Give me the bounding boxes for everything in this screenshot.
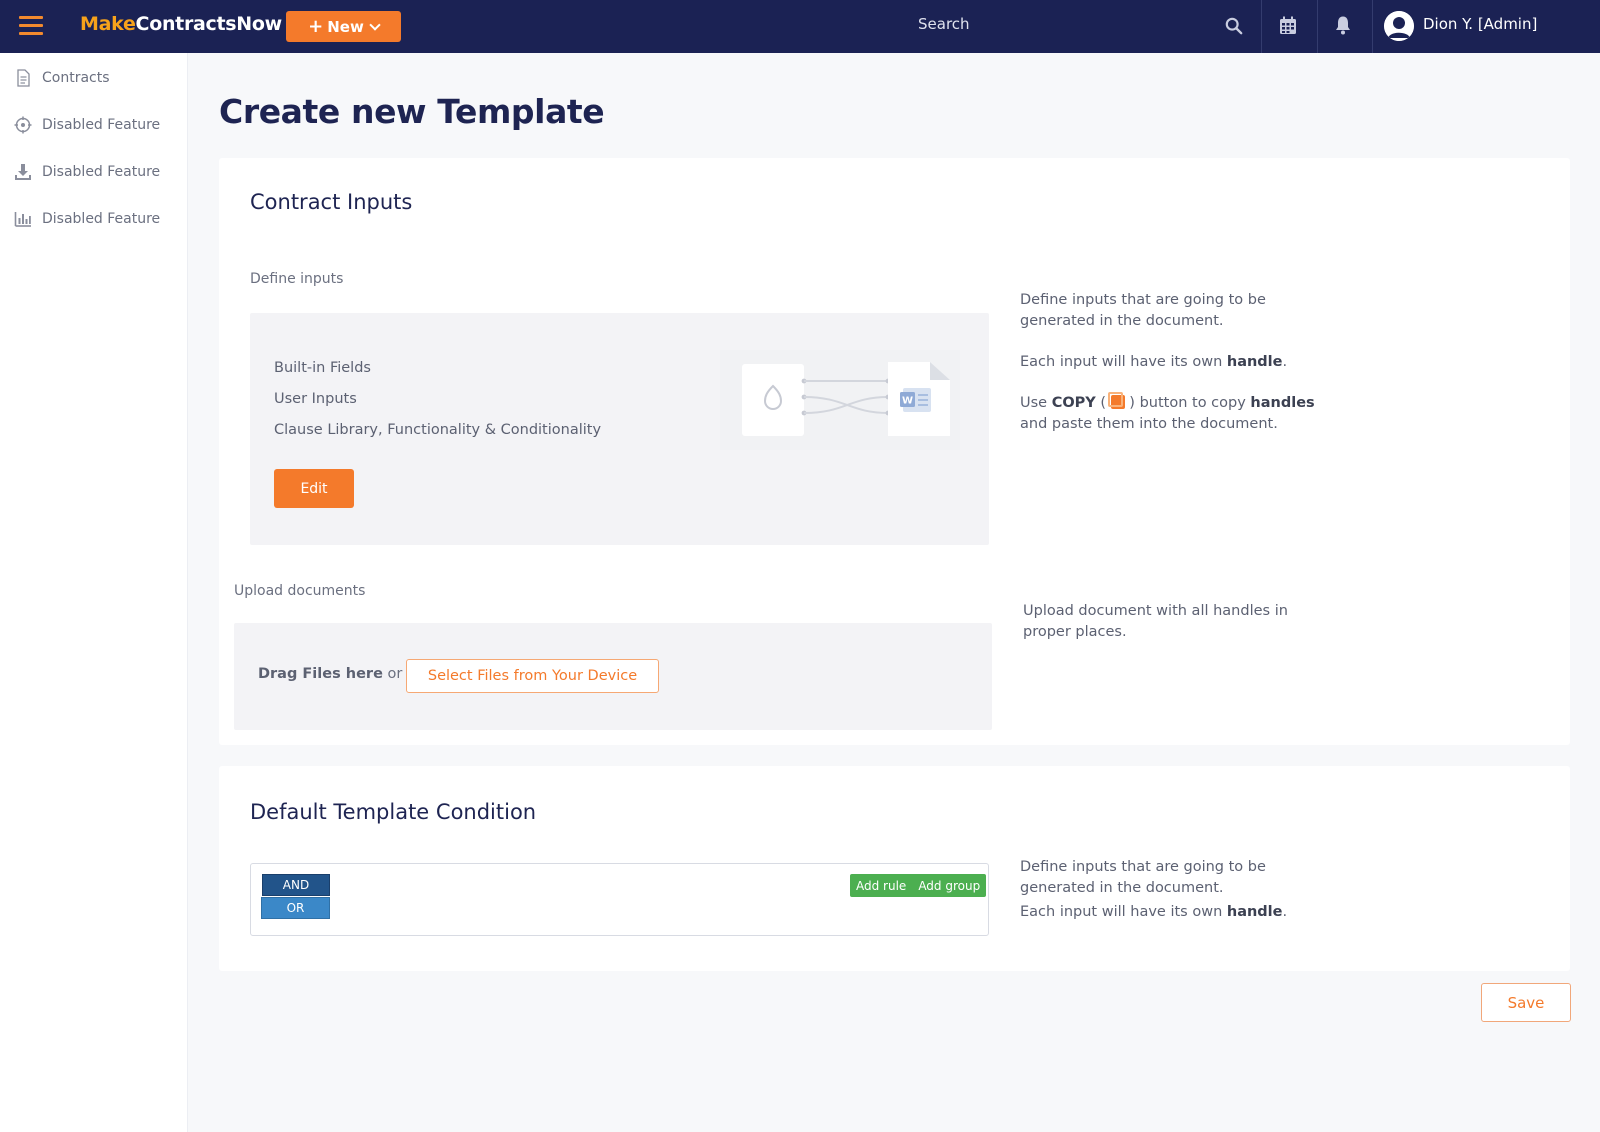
contract-inputs-title: Contract Inputs	[250, 190, 413, 214]
app-logo[interactable]: MakeContractsNow	[80, 13, 282, 35]
user-name[interactable]: Dion Y. [Admin]	[1423, 15, 1537, 33]
or-toggle-button[interactable]: OR	[261, 897, 330, 919]
define-inputs-help: Define inputs that are going to be gener…	[1020, 292, 1266, 329]
sidebar-item-disabled-feature-1[interactable]: Disabled Feature	[14, 113, 160, 137]
divider	[1317, 0, 1318, 53]
hamburger-menu-icon[interactable]	[19, 16, 43, 36]
select-files-button[interactable]: Select Files from Your Device	[406, 659, 659, 693]
sidebar-item-label: Disabled Feature	[42, 117, 161, 133]
page-title: Create new Template	[219, 92, 605, 131]
save-button[interactable]: Save	[1481, 983, 1571, 1022]
sidebar: Contracts Disabled Feature Disabled Feat…	[0, 53, 188, 1132]
new-button-label: New	[327, 17, 364, 36]
calendar-icon[interactable]	[1279, 16, 1297, 35]
user-inputs-item: User Inputs	[274, 391, 357, 407]
search-input[interactable]: Search	[918, 15, 970, 33]
plus-icon: +	[308, 15, 324, 37]
bar-chart-icon	[14, 212, 31, 227]
add-rule-button[interactable]: Add rule	[850, 874, 912, 897]
sidebar-item-label: Disabled Feature	[42, 211, 161, 227]
svg-text:W: W	[902, 396, 913, 407]
sidebar-item-disabled-feature-2[interactable]: Disabled Feature	[14, 160, 160, 184]
upload-help: Upload document with all handles in prop…	[1023, 603, 1288, 640]
handle-help: Each input will have its own handle.	[1020, 354, 1288, 370]
add-group-button[interactable]: Add group	[912, 874, 986, 897]
sidebar-item-label: Disabled Feature	[42, 164, 161, 180]
search-icon[interactable]	[1225, 17, 1243, 35]
rule-group-buttons: Add rule Add group	[850, 874, 987, 897]
copy-icon	[1107, 392, 1125, 409]
sidebar-item-contracts[interactable]: Contracts	[14, 66, 110, 90]
condition-help: Define inputs that are going to be gener…	[1020, 859, 1288, 920]
upload-documents-label: Upload documents	[234, 583, 366, 599]
copy-help: Use COPY ( ) button to copy handles and …	[1020, 392, 1315, 432]
divider	[1261, 0, 1262, 53]
sidebar-item-label: Contracts	[42, 70, 110, 86]
document-icon	[17, 69, 30, 87]
define-inputs-label: Define inputs	[250, 271, 344, 287]
edit-button[interactable]: Edit	[274, 469, 354, 508]
chevron-down-icon	[369, 18, 381, 31]
top-bar: MakeContractsNow + New Search Dion Y. [A…	[0, 0, 1600, 53]
user-icon	[1384, 11, 1414, 41]
drag-files-text: Drag Files here or	[258, 666, 403, 682]
divider	[1372, 0, 1373, 53]
avatar[interactable]	[1384, 11, 1414, 41]
default-condition-title: Default Template Condition	[250, 800, 537, 824]
sidebar-item-disabled-feature-3[interactable]: Disabled Feature	[14, 207, 160, 231]
crosshair-icon	[14, 116, 32, 134]
built-in-fields-item: Built-in Fields	[274, 360, 371, 376]
clause-library-item: Clause Library, Functionality & Conditio…	[274, 422, 602, 438]
download-icon	[15, 164, 31, 180]
and-toggle-button[interactable]: AND	[262, 874, 330, 896]
bell-icon[interactable]	[1334, 15, 1352, 35]
new-button[interactable]: + New	[286, 11, 401, 42]
document-mapping-illustration: W	[720, 350, 960, 450]
